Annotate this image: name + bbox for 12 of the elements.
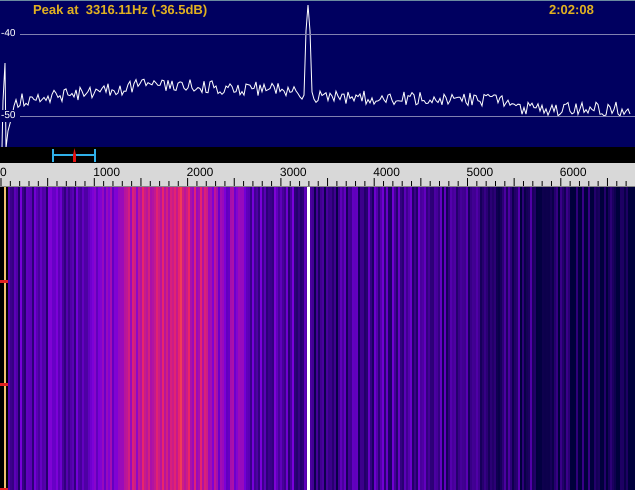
frequency-label: 0 <box>0 166 7 178</box>
clock: 2:02:08 <box>549 2 594 18</box>
frequency-label: 6000 <box>560 166 586 178</box>
frequency-label: 2000 <box>186 166 214 178</box>
frequency-label: 3000 <box>280 166 307 178</box>
passband-marker-icon[interactable] <box>52 147 97 163</box>
peak-readout: Peak at 3316.11Hz (-36.5dB) <box>33 2 208 18</box>
frequency-label: 5000 <box>466 166 494 178</box>
frequency-ruler[interactable]: 0 1000 2000 3000 4000 5000 6000 <box>0 163 635 187</box>
frequency-label: 4000 <box>373 166 400 178</box>
level-label: -50 <box>0 110 16 122</box>
frequency-label: 1000 <box>93 166 120 178</box>
